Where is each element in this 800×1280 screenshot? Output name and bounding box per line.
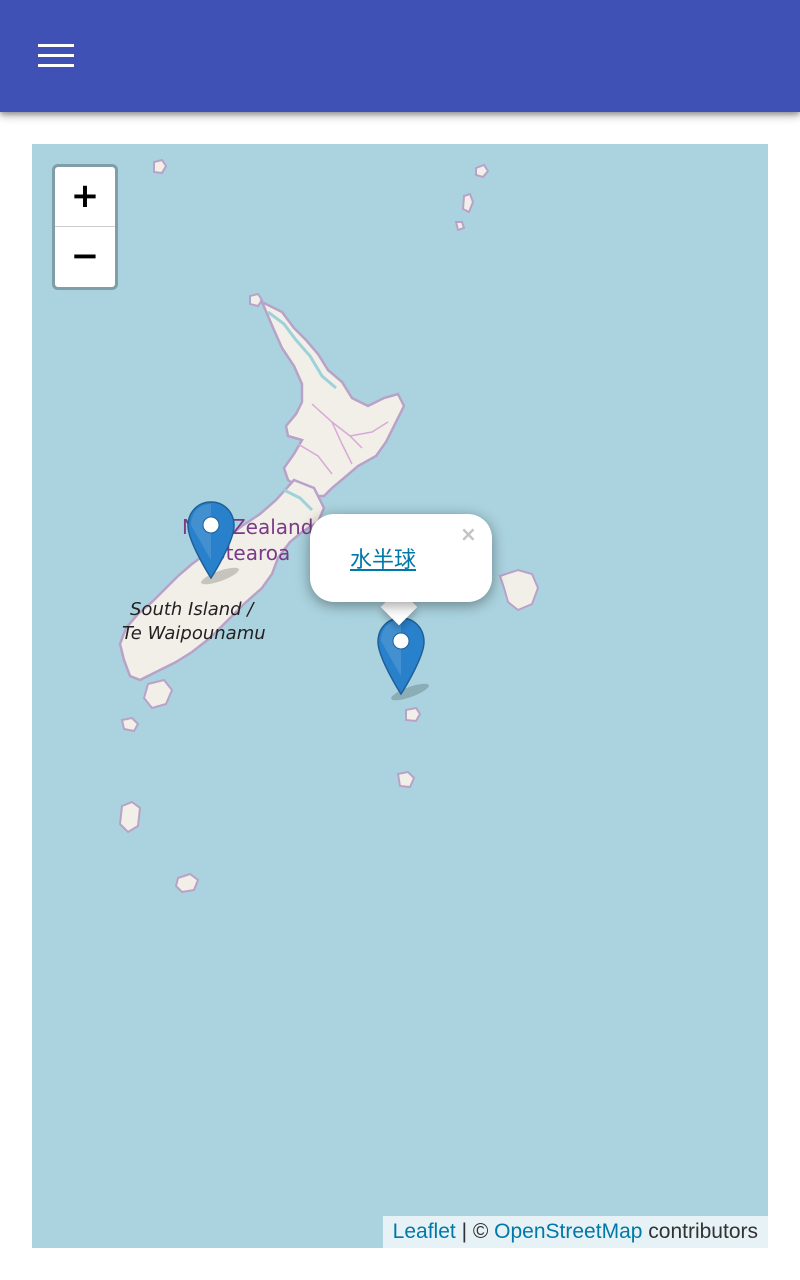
leaflet-link[interactable]: Leaflet <box>393 1220 456 1243</box>
hamburger-menu-button[interactable] <box>26 34 86 78</box>
map-attribution: Leaflet | © OpenStreetMap contributors <box>382 1216 768 1248</box>
menu-line <box>38 54 74 57</box>
island <box>475 163 490 179</box>
map-pin-icon[interactable] <box>186 500 239 585</box>
north-island <box>259 299 406 498</box>
popup-close-button[interactable]: × <box>460 522 477 546</box>
map-view[interactable]: New Zealand / Aotearoa South Island / Te… <box>32 144 768 1248</box>
island <box>405 706 422 723</box>
menu-line <box>38 44 74 47</box>
attribution-separator: | © <box>455 1220 495 1243</box>
island <box>498 568 540 612</box>
stewart-island <box>142 678 174 710</box>
marker-popup: 水半球 × <box>310 514 492 626</box>
openstreetmap-link[interactable]: OpenStreetMap <box>494 1220 642 1243</box>
island-label: South Island / <box>130 599 255 620</box>
menu-line <box>38 64 74 67</box>
zoom-control: + − <box>52 164 118 290</box>
island <box>396 770 416 789</box>
island <box>174 872 200 894</box>
island-label: Te Waipounamu <box>122 623 266 644</box>
popup-link[interactable]: 水半球 <box>350 542 416 574</box>
app-bar <box>0 0 800 112</box>
island <box>118 800 142 834</box>
island <box>454 221 466 232</box>
zoom-out-button[interactable]: − <box>55 227 115 287</box>
island <box>153 158 168 175</box>
map-pin-icon[interactable] <box>376 616 429 701</box>
island <box>461 192 475 214</box>
island <box>120 716 140 733</box>
attribution-suffix: contributors <box>642 1220 758 1243</box>
zoom-in-button[interactable]: + <box>55 167 115 227</box>
